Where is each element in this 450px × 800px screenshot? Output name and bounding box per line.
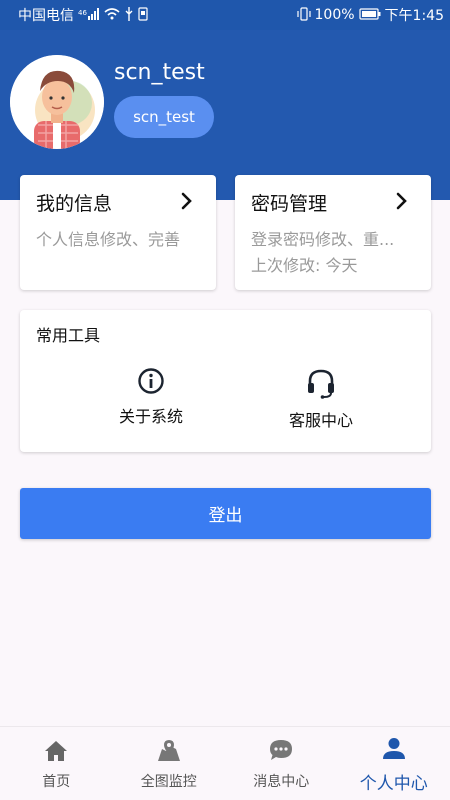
clock: 下午1:45: [384, 8, 444, 24]
password-card[interactable]: 密码管理 登录密码修改、重... 上次修改: 今天: [235, 175, 431, 290]
headset-icon: [308, 369, 334, 399]
logout-button[interactable]: 登出: [20, 488, 431, 539]
carrier-label: 中国电信: [18, 8, 74, 24]
wifi-icon: [104, 7, 120, 23]
person-icon: [382, 737, 405, 759]
signal-icon: 46: [78, 7, 100, 23]
user-avatar-illustration: [10, 55, 104, 149]
customer-service-label: 客服中心: [288, 411, 353, 430]
info-icon: [138, 368, 164, 394]
about-system-button[interactable]: 关于系统: [96, 367, 206, 427]
my-info-title: 我的信息: [36, 193, 113, 215]
tools-title: 常用工具: [36, 326, 101, 345]
usb-icon: [124, 6, 134, 24]
status-right: 100% 下午1:45: [296, 5, 444, 25]
password-desc-line1: 登录密码修改、重...: [251, 230, 395, 249]
battery-percent: 100%: [314, 7, 355, 23]
username-chip[interactable]: scn_test: [114, 96, 214, 138]
about-system-label: 关于系统: [118, 407, 183, 426]
my-info-description: 个人信息修改、完善: [36, 230, 181, 249]
map-pin-icon: [157, 740, 180, 761]
username: scn_test: [114, 60, 205, 85]
password-last-modified: 上次修改: 今天: [251, 256, 358, 275]
status-left: 中国电信 46: [18, 5, 148, 25]
chat-bubble-icon: [270, 740, 293, 760]
notification-icon: [138, 6, 148, 24]
nav-messages-label: 消息中心: [253, 774, 310, 790]
nav-map-label: 全图监控: [140, 774, 197, 790]
nav-personal-center[interactable]: 个人中心: [338, 727, 450, 800]
nav-messages[interactable]: 消息中心: [225, 727, 338, 800]
my-info-card[interactable]: 我的信息 个人信息修改、完善: [20, 175, 216, 290]
chevron-right-icon: [396, 192, 407, 210]
avatar[interactable]: [10, 55, 104, 149]
nav-map-monitor[interactable]: 全图监控: [113, 727, 226, 800]
tools-card: 常用工具 关于系统 客服中心: [20, 310, 431, 452]
nav-home-label: 首页: [42, 774, 71, 790]
customer-service-button[interactable]: 客服中心: [266, 367, 376, 431]
password-description: 登录密码修改、重... 上次修改: 今天: [251, 227, 421, 279]
home-icon: [45, 741, 68, 761]
nav-personal-label: 个人中心: [359, 773, 428, 794]
svg-text:46: 46: [78, 9, 87, 17]
chevron-right-icon: [181, 192, 192, 210]
status-bar: 中国电信 46 100% 下午1:45: [0, 0, 450, 30]
nav-home[interactable]: 首页: [0, 727, 113, 800]
password-title: 密码管理: [251, 193, 328, 215]
battery-icon: [358, 7, 381, 23]
bottom-nav: 首页 全图监控 消息中心 个人中心: [0, 726, 450, 800]
vibrate-icon: [296, 6, 311, 24]
